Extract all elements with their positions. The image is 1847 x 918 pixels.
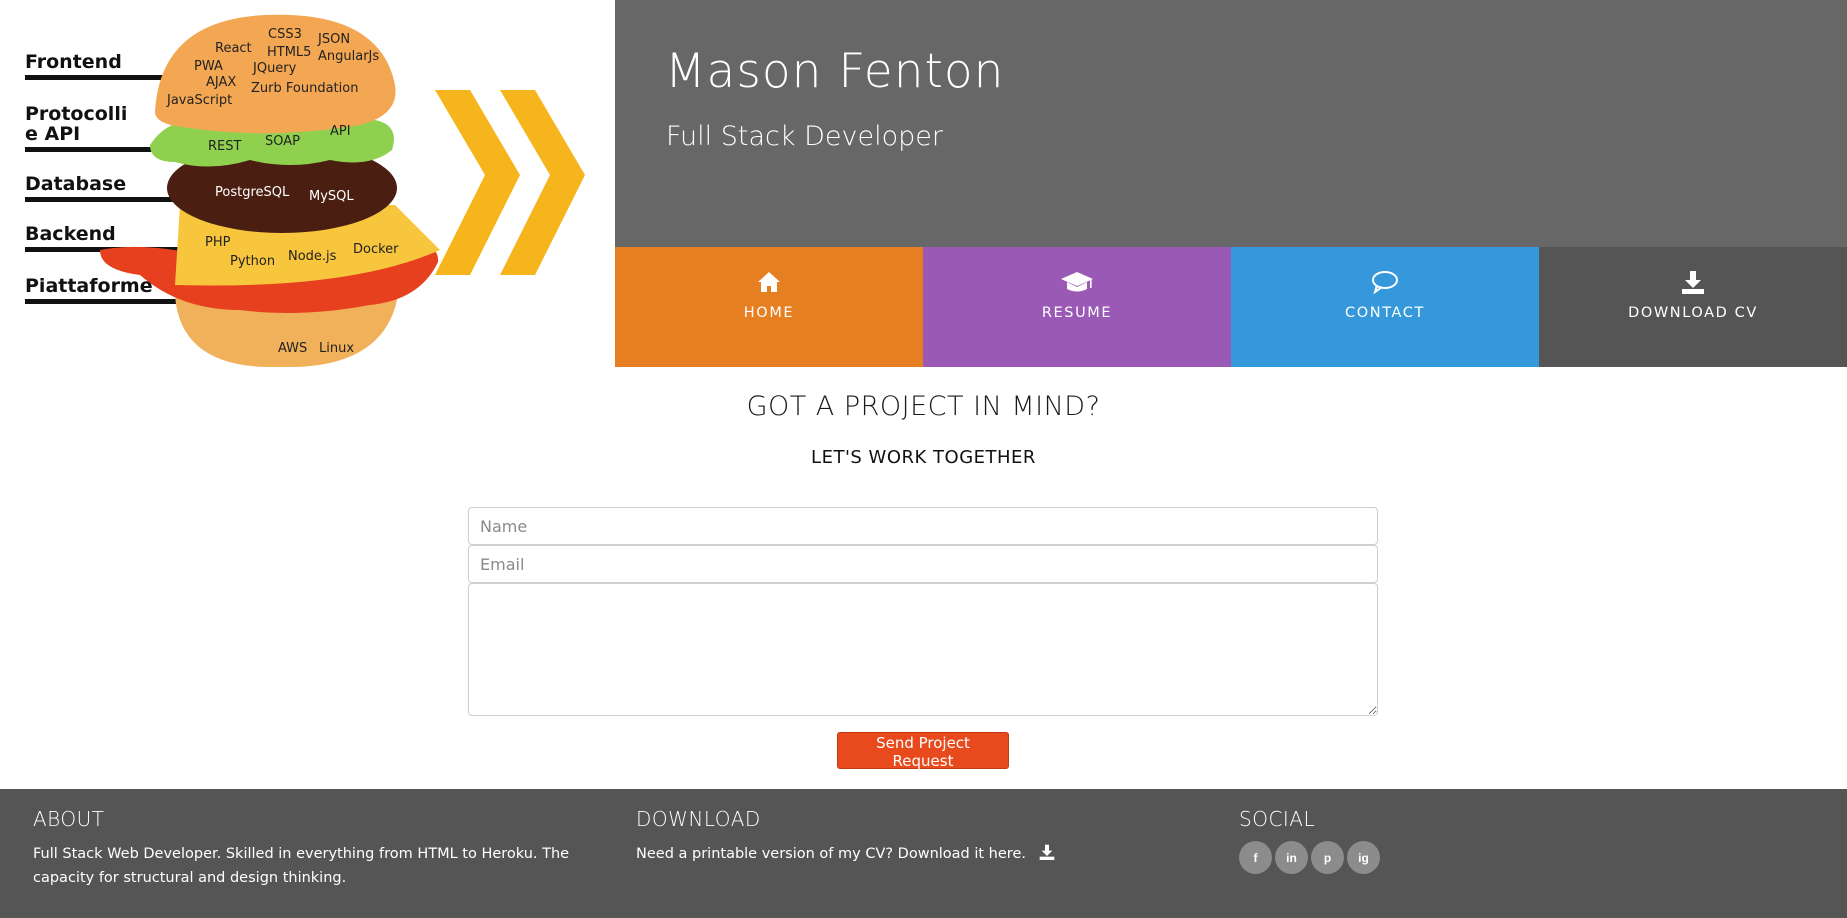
tag-soap: SOAP (265, 134, 300, 149)
main-nav: HOME RESUME CONTACT DOWNLOAD CV (615, 247, 1847, 367)
label-e-api: e API (25, 123, 80, 145)
tag-aws: AWS (278, 341, 307, 356)
database-line (25, 197, 185, 202)
instagram-icon[interactable]: ig (1347, 841, 1380, 874)
nav-item-resume[interactable]: RESUME (923, 247, 1231, 367)
pinterest-icon[interactable]: p (1311, 841, 1344, 874)
nav-item-home[interactable]: HOME (615, 247, 923, 367)
tag-docker: Docker (353, 242, 399, 257)
tag-pwa: PWA (194, 59, 223, 74)
footer-download-line: Need a printable version of my CV? Downl… (636, 842, 1196, 868)
tag-ajax: AJAX (206, 75, 236, 90)
home-icon (757, 269, 781, 295)
send-project-request-button[interactable]: Send Project Request (837, 732, 1009, 770)
nav-item-contact[interactable]: CONTACT (1231, 247, 1539, 367)
nav-label-resume: RESUME (1041, 305, 1113, 321)
graduation-cap-icon (1060, 269, 1094, 295)
tag-jquery: JQuery (252, 61, 297, 76)
download-cv-link-icon[interactable] (1039, 844, 1055, 868)
footer-social-heading: SOCIAL (1239, 807, 1316, 831)
profile-name: Mason Fenton (665, 44, 1005, 99)
nav-item-download-cv[interactable]: DOWNLOAD CV (1539, 247, 1847, 367)
linkedin-icon[interactable]: in (1275, 841, 1308, 874)
tag-nodejs: Node.js (288, 249, 337, 264)
piattaforme-line (25, 299, 185, 304)
tag-mysql: MySQL (309, 189, 354, 204)
footer-about-heading: ABOUT (33, 807, 105, 831)
email-input[interactable] (468, 545, 1378, 583)
chat-bubble-icon (1371, 269, 1399, 295)
footer-about-text: Full Stack Web Developer. Skilled in eve… (33, 846, 570, 886)
download-icon (1681, 269, 1705, 295)
tag-css3: CSS3 (268, 27, 302, 42)
burger-graphic: Frontend Protocolli e API Database Backe… (25, 14, 585, 367)
tag-html5: HTML5 (267, 45, 311, 60)
tag-react: React (215, 41, 252, 56)
tag-zurb: Zurb Foundation (251, 81, 358, 96)
tag-python: Python (230, 254, 275, 269)
name-input[interactable] (468, 507, 1378, 545)
label-backend: Backend (25, 223, 116, 245)
footer-download-text: Need a printable version of my CV? Downl… (636, 846, 1026, 862)
tag-linux: Linux (319, 341, 354, 356)
tag-angularjs: AngularJs (318, 49, 379, 64)
nav-label-home: HOME (743, 305, 795, 321)
frontend-line (25, 75, 165, 80)
message-textarea[interactable] (468, 583, 1378, 716)
social-links: f in p ig (1239, 841, 1380, 874)
tag-rest: REST (208, 139, 241, 154)
nav-label-contact: CONTACT (1345, 305, 1425, 321)
footer-download-heading: DOWNLOAD (636, 807, 761, 831)
label-database: Database (25, 173, 126, 195)
chevron-shape-1 (435, 90, 520, 275)
nav-label-download-cv: DOWNLOAD CV (1628, 305, 1758, 321)
label-piattaforme: Piattaforme (25, 275, 153, 297)
footer: ABOUT Full Stack Web Developer. Skilled … (0, 789, 1847, 918)
label-protocolli: Protocolli (25, 103, 127, 125)
tag-php: PHP (205, 235, 231, 250)
tag-api: API (330, 124, 351, 139)
tag-json: JSON (317, 32, 350, 47)
contact-title: GOT A PROJECT IN MIND? (746, 391, 1101, 422)
label-frontend: Frontend (25, 51, 122, 73)
facebook-icon[interactable]: f (1239, 841, 1272, 874)
header-info-panel: Mason Fenton Full Stack Developer (615, 0, 1847, 247)
tag-postgresql: PostgreSQL (215, 185, 290, 200)
tag-javascript: JavaScript (166, 93, 232, 108)
contact-subtitle: LET'S WORK TOGETHER (811, 447, 1036, 468)
hero-burger-illustration: Frontend Protocolli e API Database Backe… (0, 0, 615, 367)
profile-role: Full Stack Developer (666, 121, 943, 152)
